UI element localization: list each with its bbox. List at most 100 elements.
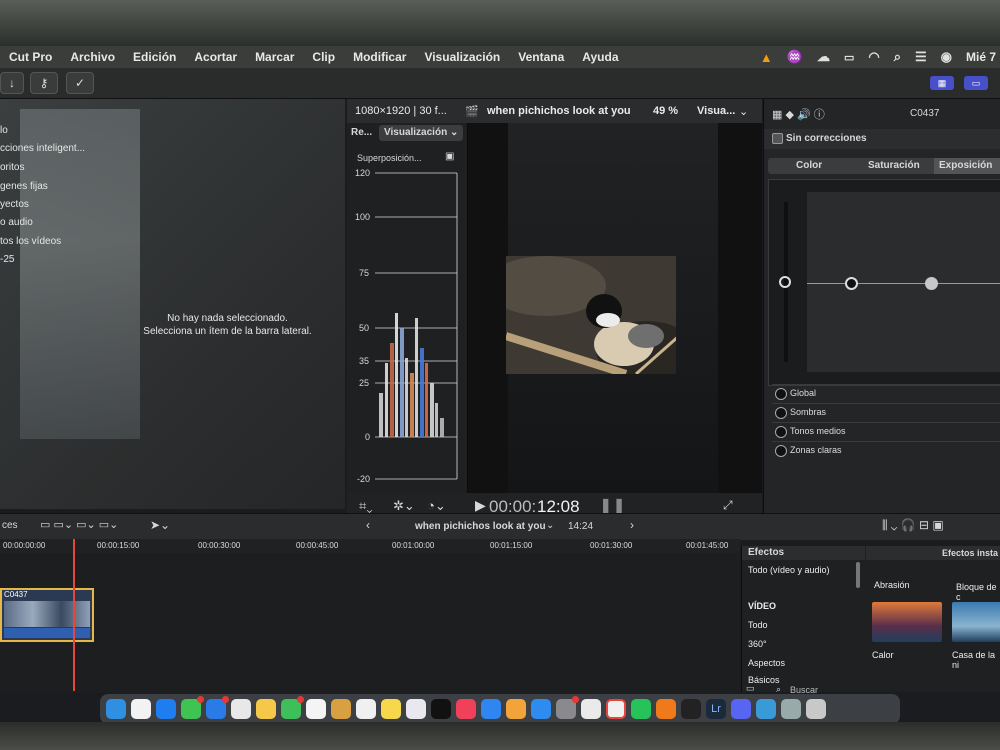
clock[interactable]: Mié 7 [966, 50, 996, 64]
select-tool-icon[interactable]: ➤⌄ [150, 518, 170, 532]
dock-contacts-icon[interactable] [331, 699, 351, 719]
inspector-tab-icons[interactable]: ▦ ◆ 🔊 ⓘ [772, 106, 825, 122]
dock-appstore-icon[interactable] [531, 699, 551, 719]
dock-freeform-icon[interactable] [406, 699, 426, 719]
dock-downloads-folder-icon[interactable] [756, 699, 776, 719]
dock-lightroom-icon[interactable]: Lr [706, 699, 726, 719]
control-center-icon[interactable]: ☰ [915, 49, 927, 65]
speed-icon[interactable]: ◔⌄ [427, 498, 446, 514]
dock-launchpad-icon[interactable] [131, 699, 151, 719]
dock-documents-icon[interactable] [781, 699, 801, 719]
menu-app-name[interactable]: Cut Pro [0, 50, 61, 64]
dock-mail-icon[interactable] [206, 696, 229, 719]
dock-finalcut-icon[interactable] [681, 699, 701, 719]
sidebar-item[interactable]: -25 [0, 254, 14, 265]
tab-color[interactable]: Color [796, 160, 822, 171]
wheel-global[interactable]: Global [772, 384, 1000, 403]
dock-vlc-icon[interactable] [656, 699, 676, 719]
sidebar-item[interactable]: yectos [0, 199, 29, 210]
sidebar-item[interactable]: lo [0, 125, 8, 136]
midtones-puck[interactable] [925, 277, 938, 290]
dock-notes-icon[interactable] [381, 699, 401, 719]
corrections-menu[interactable]: Sin correcciones [786, 133, 867, 144]
forward-nav-icon[interactable]: › [630, 518, 634, 532]
view-menu[interactable]: Visua... [697, 105, 735, 117]
effects-view-icon[interactable]: ▭ [746, 683, 755, 694]
back-nav-icon[interactable]: ‹ [366, 518, 370, 532]
background-tasks-button[interactable]: ✓ [66, 72, 94, 94]
vlc-status-icon[interactable]: ▲ [760, 50, 773, 65]
wifi-icon[interactable]: ◠ [868, 49, 879, 65]
sidebar-item[interactable]: genes fijas [0, 181, 48, 192]
menu-ventana[interactable]: Ventana [509, 50, 573, 64]
timeline-clip[interactable]: C0437 [0, 588, 94, 642]
audio-status-icon[interactable]: ♒ [787, 49, 803, 65]
chevron-down-icon[interactable]: ⌄ [546, 520, 554, 531]
dock-maps-icon[interactable] [231, 699, 251, 719]
wheel-tonos-medios[interactable]: Tonos medios [772, 422, 1000, 441]
dock-appletv-icon[interactable] [431, 699, 451, 719]
wheel-zonas-claras[interactable]: Zonas claras [772, 441, 1000, 460]
overlay-menu[interactable]: Superposición... [357, 153, 422, 163]
timeline-ruler[interactable]: 00:00:00:00 00:00:15:00 00:00:30:00 00:0… [0, 539, 740, 553]
dock-music-icon[interactable] [456, 699, 476, 719]
effect-label[interactable]: Abrasión [874, 580, 910, 590]
scope-mode-menu[interactable]: Visualización ⌄ [379, 125, 463, 141]
dock-reminders-icon[interactable] [356, 699, 376, 719]
menu-ayuda[interactable]: Ayuda [573, 50, 627, 64]
effect-label[interactable]: Casa de la ni [952, 650, 1000, 670]
effects-category[interactable]: Todo [748, 620, 768, 630]
effect-thumb-casa[interactable] [952, 602, 1000, 642]
shadows-puck[interactable] [845, 277, 858, 290]
dock-pages-icon[interactable] [506, 699, 526, 719]
effects-category[interactable]: VÍDEO [748, 601, 776, 611]
playhead[interactable] [73, 539, 75, 691]
chevron-down-icon[interactable]: ⌄ [739, 105, 748, 118]
dock-messages-icon[interactable] [181, 696, 204, 719]
audio-tools-icons[interactable]: ⫼ ⌄ 🎧 ⊟ ▣ [882, 518, 944, 533]
fullscreen-icon[interactable]: ⤢ [723, 498, 733, 513]
menu-modificar[interactable]: Modificar [344, 50, 415, 64]
tab-exposicion[interactable]: Exposición [934, 158, 1000, 174]
menu-archivo[interactable]: Archivo [61, 50, 124, 64]
viewer-canvas[interactable] [468, 123, 762, 495]
sidebar-item[interactable]: o audio [0, 217, 33, 228]
timeline-toggle-icon[interactable]: ▭ [964, 76, 988, 90]
search-icon[interactable]: ⌕ [894, 49, 901, 65]
creative-cloud-icon[interactable]: ☁ [817, 49, 830, 65]
dock-finder-icon[interactable] [106, 699, 126, 719]
dock-safari-icon[interactable] [156, 699, 176, 719]
exposure-board[interactable] [768, 179, 1000, 386]
menu-acortar[interactable]: Acortar [185, 50, 246, 64]
corrections-checkbox[interactable] [772, 133, 783, 144]
dock-preview-icon[interactable] [581, 699, 601, 719]
import-button[interactable]: ↓ [0, 72, 24, 94]
dock-calendar-icon[interactable] [306, 699, 326, 719]
tab-saturacion[interactable]: Saturación [868, 160, 920, 171]
enhance-icon[interactable]: ✲⌄ [393, 498, 415, 514]
scopes-tab[interactable]: Re... [351, 127, 372, 138]
wheel-sombras[interactable]: Sombras [772, 403, 1000, 422]
menu-visualizacion[interactable]: Visualización [415, 50, 509, 64]
menu-edicion[interactable]: Edición [124, 50, 185, 64]
scope-settings-icon[interactable]: ▣ [445, 151, 454, 162]
effects-category[interactable]: 360° [748, 639, 767, 649]
dock-discord-icon[interactable] [731, 699, 751, 719]
dock-chrome-icon[interactable] [606, 699, 626, 719]
sidebar-item[interactable]: tos los vídeos [0, 236, 61, 247]
effects-scrollbar[interactable] [856, 562, 860, 588]
timeline-tracks[interactable] [0, 553, 740, 693]
dock-facetime-icon[interactable] [281, 696, 304, 719]
master-puck[interactable] [779, 276, 791, 288]
effect-label[interactable]: Calor [872, 650, 894, 660]
dock-settings-icon[interactable] [556, 696, 579, 719]
sidebar-item[interactable]: oritos [0, 162, 24, 173]
dock-trash-icon[interactable] [806, 699, 826, 719]
battery-icon[interactable]: ▭ [844, 51, 854, 64]
menu-marcar[interactable]: Marcar [246, 50, 303, 64]
format-label[interactable]: 1080×1920 | 30 f... [355, 105, 447, 117]
effects-category[interactable]: Aspectos [748, 658, 785, 668]
siri-icon[interactable]: ◉ [941, 49, 952, 65]
timeline-project-name[interactable]: when pichichos look at you [415, 521, 546, 532]
dock-photos-icon[interactable] [256, 699, 276, 719]
